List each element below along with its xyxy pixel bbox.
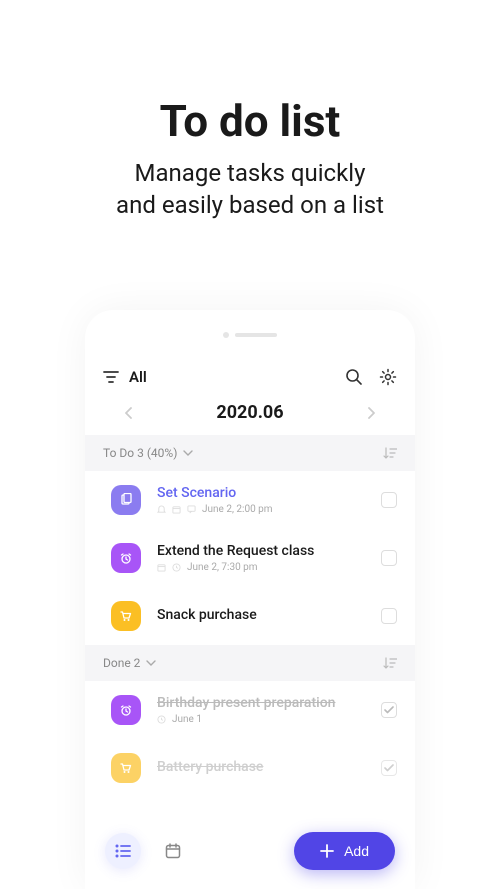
list-view-toggle[interactable] <box>105 833 141 869</box>
clock-small-icon <box>172 563 181 572</box>
clock-small-icon <box>157 715 166 724</box>
cart-icon <box>111 601 141 631</box>
settings-icon[interactable] <box>379 368 397 386</box>
task-title: Set Scenario <box>157 485 365 501</box>
task-checkbox[interactable] <box>381 760 397 776</box>
clock-icon <box>111 695 141 725</box>
bell-icon <box>157 505 166 514</box>
task-checkbox[interactable] <box>381 492 397 508</box>
task-checkbox[interactable] <box>381 550 397 566</box>
add-button[interactable]: Add <box>294 832 395 870</box>
task-checkbox[interactable] <box>381 702 397 718</box>
prev-month-icon[interactable] <box>125 407 133 419</box>
task-row[interactable]: Snack purchase <box>85 587 415 645</box>
task-checkbox[interactable] <box>381 608 397 624</box>
done-section-header[interactable]: Done 2 <box>85 645 415 681</box>
marketing-subtitle-1: Manage tasks quickly <box>0 157 500 189</box>
phone-frame: All 2020.06 To Do 3 (40%) <box>85 310 415 889</box>
filter-icon[interactable] <box>103 370 119 384</box>
chat-icon <box>187 505 196 514</box>
sort-icon[interactable] <box>383 657 397 669</box>
calendar-view-toggle[interactable] <box>155 833 191 869</box>
todo-section-header[interactable]: To Do 3 (40%) <box>85 435 415 471</box>
add-button-label: Add <box>344 843 369 859</box>
marketing-title: To do list <box>0 95 500 147</box>
sort-icon[interactable] <box>383 447 397 459</box>
filter-label[interactable]: All <box>129 368 345 386</box>
task-row[interactable]: Battery purchase <box>85 739 415 797</box>
clock-icon <box>111 543 141 573</box>
task-row[interactable]: Birthday present preparation June 1 <box>85 681 415 739</box>
chevron-down-icon <box>183 450 193 456</box>
task-row[interactable]: Extend the Request class June 2, 7:30 pm <box>85 529 415 587</box>
task-date: June 2, 7:30 pm <box>187 562 258 573</box>
done-section-label: Done 2 <box>103 656 140 670</box>
task-row[interactable]: Set Scenario June 2, 2:00 pm <box>85 471 415 529</box>
cart-icon <box>111 753 141 783</box>
calendar-icon <box>157 563 166 572</box>
speaker-indicator <box>85 310 415 348</box>
task-date: June 1 <box>172 714 202 725</box>
search-icon[interactable] <box>345 368 363 386</box>
month-label[interactable]: 2020.06 <box>216 402 283 423</box>
calendar-icon <box>172 505 181 514</box>
task-title: Birthday present preparation <box>157 695 365 711</box>
marketing-subtitle-2: and easily based on a list <box>0 189 500 221</box>
next-month-icon[interactable] <box>367 407 375 419</box>
todo-section-label: To Do 3 (40%) <box>103 446 177 460</box>
task-title: Extend the Request class <box>157 543 365 559</box>
task-date: June 2, 2:00 pm <box>202 504 273 515</box>
task-title: Snack purchase <box>157 607 365 623</box>
chevron-down-icon <box>146 660 156 666</box>
task-title: Battery purchase <box>157 759 365 775</box>
plus-icon <box>320 844 334 858</box>
file-icon <box>111 485 141 515</box>
